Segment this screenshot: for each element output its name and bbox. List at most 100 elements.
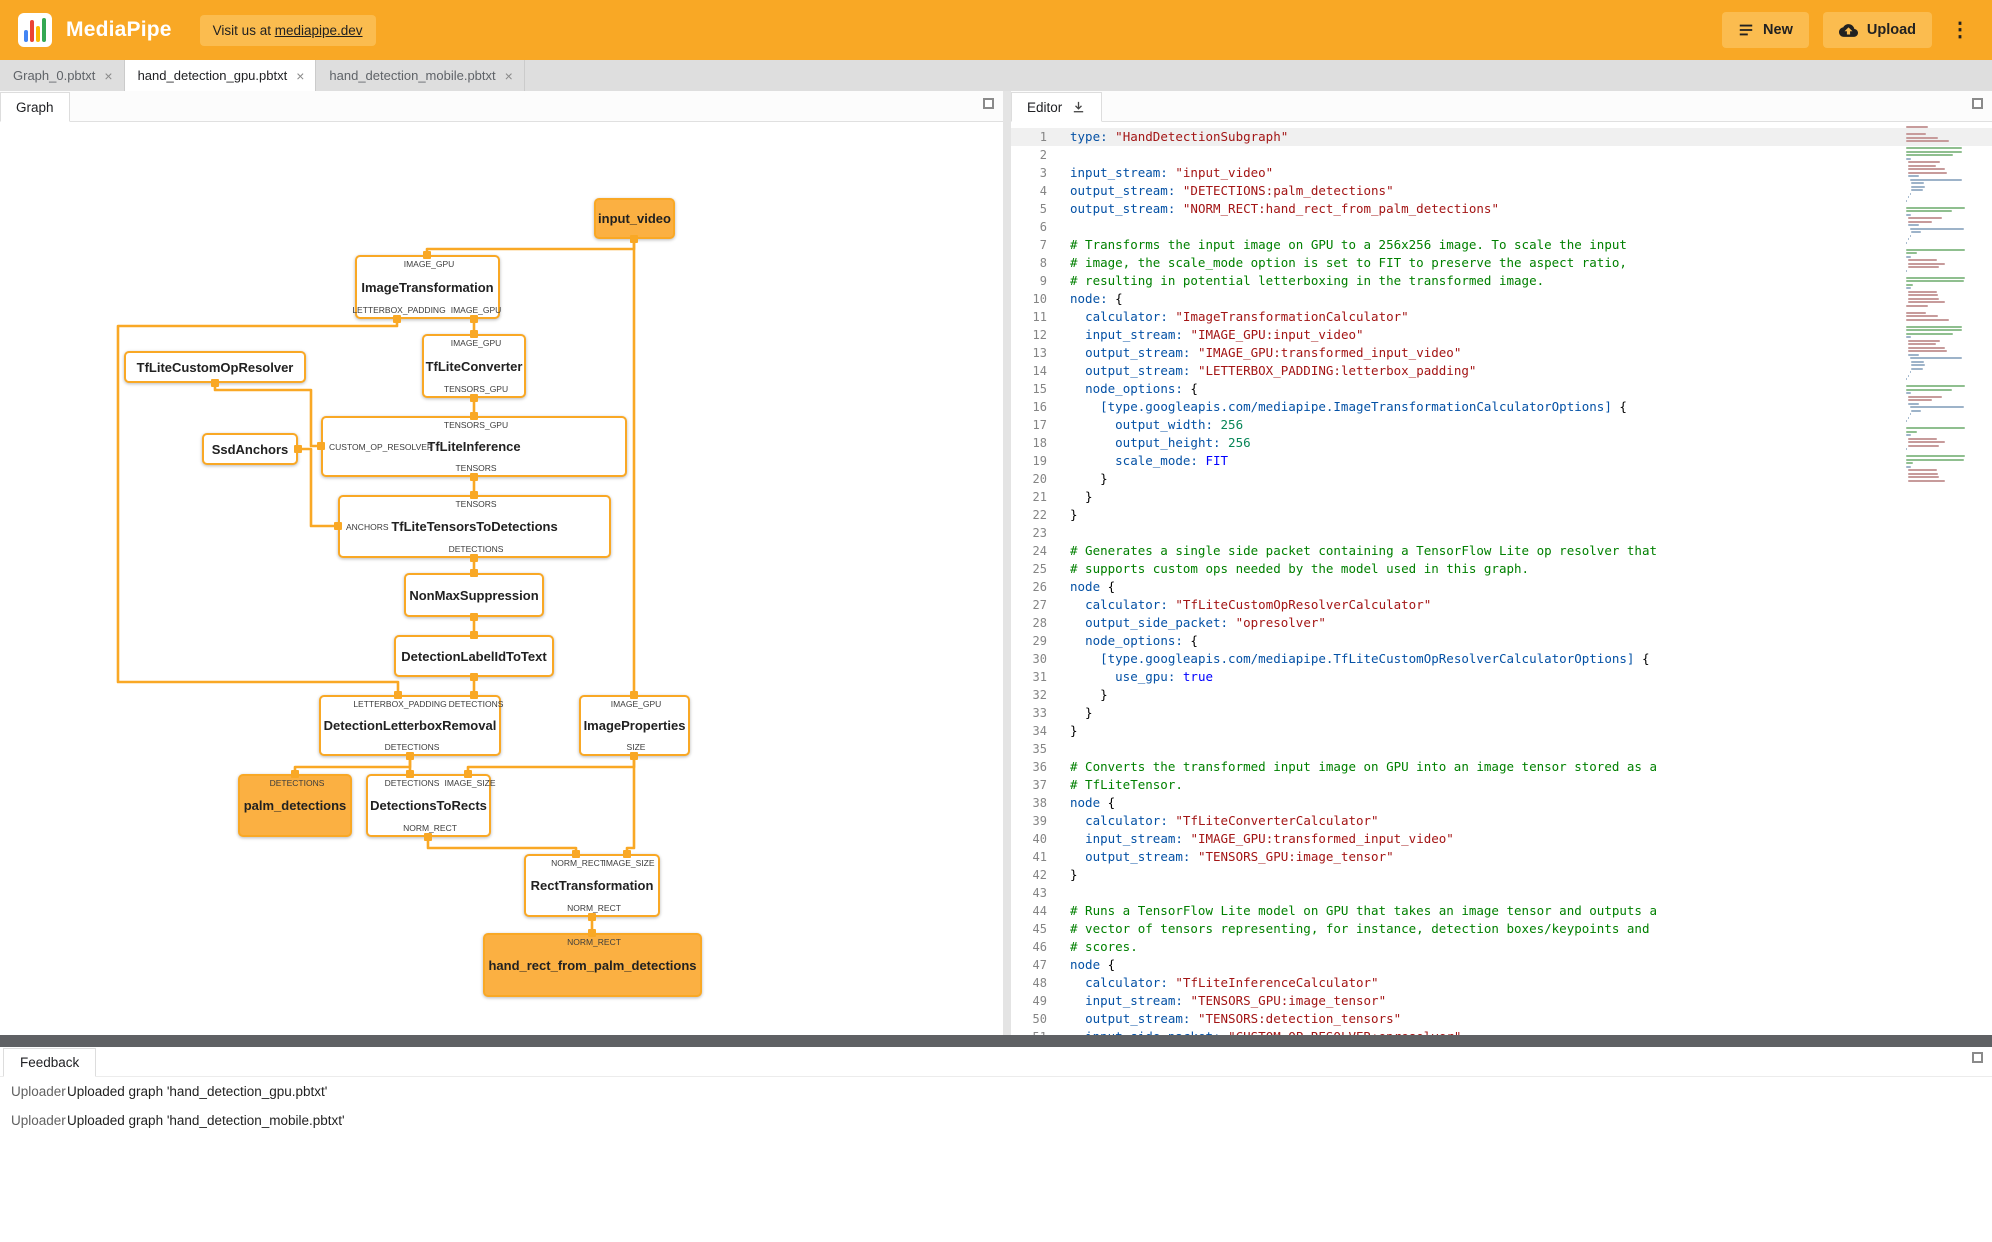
mediapipe-logo[interactable] (18, 13, 52, 47)
code-editor[interactable]: 1 type: "HandDetectionSubgraph" 2 3 input_st… (1011, 122, 1992, 1035)
code-line[interactable]: 44 # Runs a TensorFlow Lite model on GPU … (1011, 902, 1992, 920)
code-line[interactable]: 37 # TfLiteTensor. (1011, 776, 1992, 794)
download-icon[interactable] (1071, 100, 1086, 115)
editor-tab[interactable]: Editor (1011, 92, 1103, 122)
line-number: 32 (1032, 688, 1047, 702)
code-line[interactable]: 27 calculator: "TfLiteCustomOpResolverCa… (1011, 596, 1992, 614)
code-line[interactable]: 26 node { (1011, 578, 1992, 596)
code-line[interactable]: 15 node_options: { (1011, 380, 1992, 398)
code-line[interactable]: 50 output_stream: "TENSORS:detection_ten… (1011, 1010, 1992, 1028)
code-line[interactable]: 43 (1011, 884, 1992, 902)
tab-close-icon[interactable]: × (296, 69, 304, 83)
code-line[interactable]: 35 (1011, 740, 1992, 758)
graph-node-TfLiteConverter[interactable]: TfLiteConverter IMAGE_GPU TENSORS_GPU (422, 334, 526, 398)
code-line[interactable]: 21 } (1011, 488, 1992, 506)
code-line[interactable]: 11 calculator: "ImageTransformationCalcu… (1011, 308, 1992, 326)
code-line[interactable]: 38 node { (1011, 794, 1992, 812)
code-line[interactable]: 28 output_side_packet: "opresolver" (1011, 614, 1992, 632)
feedback-source: Uploader (11, 1084, 66, 1099)
feedback-row: Uploader Uploaded graph 'hand_detection_m… (0, 1106, 1992, 1135)
expand-feedback-icon[interactable] (1972, 1052, 1983, 1063)
graph-panel-header: Graph (0, 91, 1003, 122)
new-button[interactable]: New (1722, 12, 1809, 48)
code-line[interactable]: 7 # Transforms the input image on GPU to … (1011, 236, 1992, 254)
panel-divider[interactable] (1003, 91, 1011, 1035)
file-tab[interactable]: hand_detection_gpu.pbtxt × (124, 60, 317, 91)
graph-node-palm_detections[interactable]: palm_detections DETECTIONS (238, 774, 352, 837)
code-line[interactable]: 10 node: { (1011, 290, 1992, 308)
graph-canvas[interactable]: input_video ImageTransformation IMAGE_GPU L… (0, 122, 1003, 1035)
expand-editor-icon[interactable] (1972, 98, 1983, 109)
graph-node-ImageProperties[interactable]: ImageProperties IMAGE_GPU SIZE (579, 695, 690, 756)
graph-node-DetectionLabelIdToText[interactable]: DetectionLabelIdToText (394, 635, 554, 677)
code-line[interactable]: 16 [type.googleapis.com/mediapipe.ImageT… (1011, 398, 1992, 416)
code-line[interactable]: 12 input_stream: "IMAGE_GPU:input_video" (1011, 326, 1992, 344)
code-line[interactable]: 20 } (1011, 470, 1992, 488)
graph-node-ImageTransformation[interactable]: ImageTransformation IMAGE_GPU LETTERBOX_PA… (352, 255, 501, 319)
horizontal-scrollbar[interactable] (0, 1035, 1992, 1047)
code-line[interactable]: 1 type: "HandDetectionSubgraph" (1011, 128, 1992, 146)
code-line[interactable]: 22} (1011, 506, 1992, 524)
code-line[interactable]: 17 output_width: 256 (1011, 416, 1992, 434)
code-line[interactable]: 3 input_stream: "input_video" (1011, 164, 1992, 182)
line-number: 24 (1032, 544, 1047, 558)
file-tab[interactable]: hand_detection_mobile.pbtxt × (316, 60, 525, 91)
code-line[interactable]: 39 calculator: "TfLiteConverterCalculato… (1011, 812, 1992, 830)
code-line[interactable]: 49 input_stream: "TENSORS_GPU:image_tens… (1011, 992, 1992, 1010)
editor-minimap[interactable] (1906, 126, 1980, 483)
code-line[interactable]: 36 # Converts the transformed input image… (1011, 758, 1992, 776)
code-line[interactable]: 41 output_stream: "TENSORS_GPU:image_ten… (1011, 848, 1992, 866)
feedback-tab[interactable]: Feedback (3, 1048, 97, 1077)
code-line[interactable]: 45 # vector of tensors representing, for … (1011, 920, 1992, 938)
code-line[interactable]: 4 output_stream: "DETECTIONS:palm_detecti… (1011, 182, 1992, 200)
line-number: 30 (1032, 652, 1047, 666)
code-line[interactable]: 34} (1011, 722, 1992, 740)
graph-node-NonMaxSuppression[interactable]: NonMaxSuppression (404, 573, 544, 617)
code-line[interactable]: 46 # scores. (1011, 938, 1992, 956)
code-line[interactable]: 29 node_options: { (1011, 632, 1992, 650)
code-line[interactable]: 19 scale_mode: FIT (1011, 452, 1992, 470)
code-line[interactable]: 30 [type.googleapis.com/mediapipe.TfLite… (1011, 650, 1992, 668)
graph-node-RectTransformation[interactable]: RectTransformation NORM_RECT IMAGE_SIZE NOR… (524, 854, 660, 917)
graph-tab[interactable]: Graph (0, 92, 70, 122)
code-line[interactable]: 51 input_side_packet: "CUSTOM_OP_RESOLVE… (1011, 1028, 1992, 1035)
graph-node-TfLiteInference[interactable]: TfLiteInference TENSORS_GPU CUSTOM_OP_RESO… (321, 416, 627, 477)
line-number: 41 (1032, 850, 1047, 864)
code-line[interactable]: 47 node { (1011, 956, 1992, 974)
graph-node-DetectionLetterboxRemoval[interactable]: DetectionLetterboxRemoval LETTERBOX_PADDI… (319, 695, 503, 756)
expand-graph-icon[interactable] (983, 98, 994, 109)
line-number: 16 (1032, 400, 1047, 414)
code-line[interactable]: 24 # Generates a single side packet conta… (1011, 542, 1992, 560)
mediapipe-dev-link[interactable]: mediapipe.dev (275, 23, 363, 38)
code-line[interactable]: 18 output_height: 256 (1011, 434, 1992, 452)
code-line[interactable]: 9 # resulting in potential letterboxing i… (1011, 272, 1992, 290)
code-line[interactable]: 8 # image, the scale_mode option is set t… (1011, 254, 1992, 272)
code-line[interactable]: 48 calculator: "TfLiteInferenceCalculato… (1011, 974, 1992, 992)
line-number: 7 (1039, 238, 1047, 252)
code-line[interactable]: 5 output_stream: "NORM_RECT:hand_rect_fro… (1011, 200, 1992, 218)
kebab-menu-icon[interactable]: ⋮ (1946, 20, 1974, 40)
graph-node-hand_rect_from_palm_detections[interactable]: hand_rect_from_palm_detections NORM_RECT (483, 933, 702, 997)
code-line[interactable]: 25 # supports custom ops needed by the mo… (1011, 560, 1992, 578)
code-line[interactable]: 42} (1011, 866, 1992, 884)
code-lines[interactable]: 1 type: "HandDetectionSubgraph" 2 3 input_st… (1011, 122, 1992, 1035)
code-line[interactable]: 31 use_gpu: true (1011, 668, 1992, 686)
graph-node-input_video[interactable]: input_video (594, 198, 675, 239)
line-number: 11 (1032, 310, 1047, 324)
upload-button[interactable]: Upload (1822, 12, 1932, 48)
code-line[interactable]: 23 (1011, 524, 1992, 542)
tab-close-icon[interactable]: × (104, 69, 112, 83)
code-line[interactable]: 40 input_stream: "IMAGE_GPU:transformed_… (1011, 830, 1992, 848)
code-line[interactable]: 32 } (1011, 686, 1992, 704)
graph-node-TfLiteTensorsToDetections[interactable]: TfLiteTensorsToDetections TENSORS ANCHORS D… (338, 495, 611, 558)
tab-close-icon[interactable]: × (505, 69, 513, 83)
code-line[interactable]: 14 output_stream: "LETTERBOX_PADDING:let… (1011, 362, 1992, 380)
graph-node-DetectionsToRects[interactable]: DetectionsToRects DETECTIONS IMAGE_SIZE NOR… (366, 774, 496, 837)
graph-node-SsdAnchors[interactable]: SsdAnchors (202, 433, 298, 465)
code-line[interactable]: 2 (1011, 146, 1992, 164)
port-dot (588, 913, 596, 921)
file-tab[interactable]: Graph_0.pbtxt × (0, 60, 125, 91)
code-line[interactable]: 13 output_stream: "IMAGE_GPU:transformed… (1011, 344, 1992, 362)
code-line[interactable]: 6 (1011, 218, 1992, 236)
code-line[interactable]: 33 } (1011, 704, 1992, 722)
